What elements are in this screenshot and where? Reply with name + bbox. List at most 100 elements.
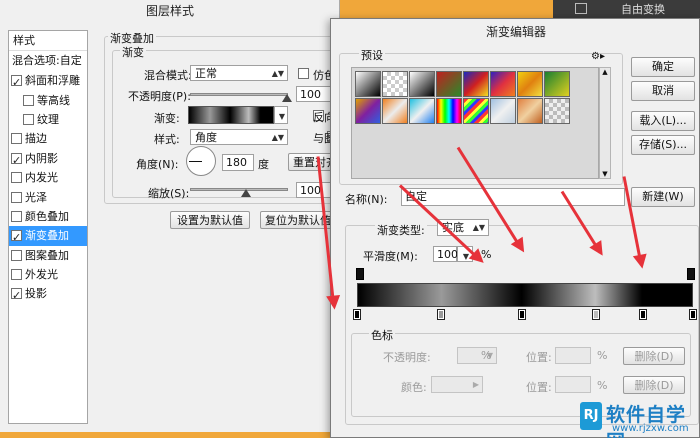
preset-swatch[interactable]: [544, 98, 570, 124]
preset-swatch[interactable]: [382, 98, 408, 124]
style-item-checkbox[interactable]: [11, 269, 22, 281]
style-item-checkbox[interactable]: [11, 249, 22, 261]
style-value: 角度: [195, 131, 217, 144]
color-stop[interactable]: [689, 309, 697, 320]
color-stop[interactable]: [353, 309, 361, 320]
style-item-checkbox[interactable]: [23, 94, 34, 106]
stop-color-label: 颜色:: [401, 381, 427, 394]
preset-swatch[interactable]: [436, 71, 462, 97]
style-item-checkbox[interactable]: [11, 151, 22, 170]
style-item-checkbox[interactable]: [11, 172, 22, 184]
gradient-bar[interactable]: [357, 283, 693, 307]
style-item-checkbox[interactable]: [11, 133, 22, 145]
style-item-checkbox[interactable]: [11, 191, 22, 203]
save-button[interactable]: 存储(S)...: [631, 135, 695, 155]
ok-button[interactable]: 确定: [631, 57, 695, 77]
stop-opacity-location-label: 位置:: [526, 351, 552, 364]
scale-slider-thumb[interactable]: [241, 189, 251, 197]
opacity-slider[interactable]: [190, 93, 288, 96]
style-item[interactable]: 斜面和浮雕: [9, 71, 87, 92]
preset-swatch[interactable]: [409, 71, 435, 97]
updown-icon: ▲▼: [472, 223, 485, 232]
style-item-label: 内发光: [25, 171, 58, 185]
reset-default-button[interactable]: 复位为默认值: [260, 211, 340, 229]
preset-swatch[interactable]: [463, 71, 489, 97]
style-item[interactable]: 描边: [9, 129, 87, 148]
style-item-label: 投影: [25, 287, 47, 301]
style-item[interactable]: 纹理: [9, 110, 87, 129]
preset-swatch[interactable]: [490, 71, 516, 97]
opacity-label: 不透明度(P):: [128, 90, 191, 103]
angle-dial[interactable]: [186, 146, 216, 176]
blend-mode-select[interactable]: 正常 ▲▼: [190, 65, 288, 81]
color-stop[interactable]: [591, 309, 600, 320]
preset-swatch[interactable]: [436, 98, 462, 124]
name-input[interactable]: 自定: [401, 188, 625, 206]
style-item-label: 描边: [25, 132, 47, 146]
angle-label: 角度(N):: [136, 158, 179, 171]
style-item-checkbox[interactable]: [11, 228, 22, 247]
updown-icon: ▲▼: [271, 133, 284, 142]
preset-swatch[interactable]: [517, 71, 543, 97]
color-stop[interactable]: [638, 309, 647, 320]
scrollbar-up-icon[interactable]: ▲: [600, 68, 610, 76]
gradient-dropdown[interactable]: ▼: [274, 106, 288, 124]
angle-input[interactable]: 180: [222, 154, 254, 171]
preset-swatch[interactable]: [355, 71, 381, 97]
angle-unit: 度: [258, 158, 269, 171]
new-button[interactable]: 新建(W): [631, 187, 695, 207]
preset-swatch[interactable]: [490, 98, 516, 124]
preset-swatch[interactable]: [409, 98, 435, 124]
delete-opacity-stop-button[interactable]: 删除(D): [623, 347, 685, 365]
style-item[interactable]: 光泽: [9, 187, 87, 206]
delete-color-stop-button[interactable]: 删除(D): [623, 376, 685, 394]
style-item[interactable]: 等高线: [9, 90, 87, 109]
style-item[interactable]: 图案叠加: [9, 246, 87, 265]
style-item-checkbox[interactable]: [11, 73, 22, 92]
color-stop[interactable]: [437, 309, 445, 320]
style-item-checkbox[interactable]: [23, 113, 34, 125]
gradient-label: 渐变:: [154, 112, 180, 125]
opacity-stop-left[interactable]: [356, 268, 364, 280]
opacity-slider-thumb[interactable]: [282, 94, 292, 102]
simulate-checkbox[interactable]: [298, 68, 309, 79]
set-default-button[interactable]: 设置为默认值: [170, 211, 250, 229]
scale-label: 缩放(S):: [148, 187, 190, 200]
ps-menu-item[interactable]: 自由变换: [621, 1, 665, 17]
style-item-label: 等高线: [37, 93, 70, 107]
stop-color-location-input[interactable]: [555, 376, 591, 393]
stop-opacity-location-input[interactable]: [555, 347, 591, 364]
gradient-swatch[interactable]: [188, 106, 274, 124]
preset-swatch[interactable]: [355, 98, 381, 124]
blend-mode-value: 正常: [195, 67, 217, 80]
style-item-label: 图案叠加: [25, 248, 69, 262]
ps-panel-strip: 自由变换: [553, 0, 700, 18]
style-item[interactable]: 外发光: [9, 265, 87, 284]
preset-swatch[interactable]: [517, 98, 543, 124]
style-item[interactable]: 内发光: [9, 168, 87, 187]
style-item-checkbox[interactable]: [11, 286, 22, 305]
style-item-label: 外发光: [25, 268, 58, 282]
scale-slider[interactable]: [190, 188, 288, 191]
opacity-stop-right[interactable]: [687, 268, 695, 280]
presets-scrollbar[interactable]: ▲ ▼: [599, 67, 611, 179]
smooth-input[interactable]: 100: [433, 246, 458, 262]
style-select[interactable]: 角度 ▲▼: [190, 129, 288, 145]
preset-swatch[interactable]: [544, 71, 570, 97]
preset-swatch[interactable]: [382, 71, 408, 97]
style-item[interactable]: 内阴影: [9, 149, 87, 170]
presets-menu-icon[interactable]: ⚙▸: [591, 51, 605, 62]
scrollbar-down-icon[interactable]: ▼: [600, 170, 610, 178]
load-button[interactable]: 载入(L)...: [631, 111, 695, 131]
flyout-arrow-icon: ▶: [472, 380, 479, 389]
blend-options-item[interactable]: 混合选项:自定: [9, 51, 87, 71]
preset-swatch[interactable]: [463, 98, 489, 124]
style-item[interactable]: 颜色叠加: [9, 207, 87, 226]
style-item[interactable]: 投影: [9, 284, 87, 305]
watermark-url: www.rjzxw.com: [612, 423, 689, 434]
color-stop[interactable]: [517, 309, 526, 320]
cancel-button[interactable]: 取消: [631, 81, 695, 101]
style-item[interactable]: 渐变叠加: [9, 226, 87, 247]
stop-color-swatch[interactable]: ▶: [431, 376, 483, 393]
style-item-checkbox[interactable]: [11, 210, 22, 222]
